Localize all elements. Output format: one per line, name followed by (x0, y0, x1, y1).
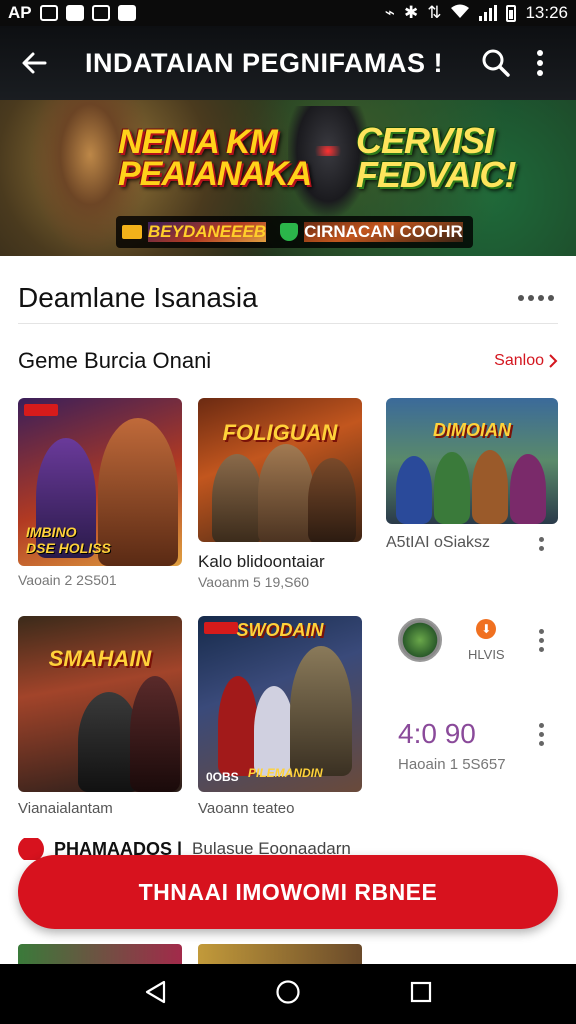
more-vert-icon (537, 50, 543, 76)
badge (24, 404, 58, 416)
game-meta: Vaoain 2 2S501 (18, 572, 117, 588)
triangle-back-icon (146, 980, 166, 1003)
game-card[interactable]: SWODAIN 0OBS PILEMANDIN Vaoann teateo (198, 616, 362, 817)
game-thumbnail: FOLIGUAN (198, 398, 362, 542)
vibrate-icon: ⌁ (384, 3, 395, 22)
notification-icon (39, 5, 58, 21)
app-bar: INDATAIAN PEGNIFAMAS ! (0, 26, 576, 100)
subsection-header: Geme Burcia Onani Sanloo (18, 344, 558, 378)
status-bar: AP ⌁ ✱ ⇅ 13:26 (0, 0, 576, 26)
game-thumbnail: SWODAIN 0OBS PILEMANDIN (198, 616, 362, 792)
game-thumbnail: IMBINO DSE HOLISS (18, 398, 182, 566)
thumb-caption: IMBINO DSE HOLISS (26, 524, 111, 556)
game-thumbnail: DIMOIAN (386, 398, 558, 524)
nav-home-button[interactable] (275, 979, 301, 1010)
thumb-caption: SMAHAIN (48, 646, 152, 671)
back-button[interactable] (14, 43, 54, 83)
brand-icon (18, 838, 44, 860)
thumb-badge-text: 0OBS (206, 770, 239, 784)
section-title: Deamlane Isanasia (18, 281, 258, 313)
banner-title-right: CERVISI FEDVAIC! (356, 120, 516, 195)
game-card[interactable]: SMAHAIN Vianaialantam (18, 616, 182, 817)
primary-cta-button[interactable]: THNAAI IMOWOMI RBNEE (18, 855, 558, 929)
game-meta: Vianaialantam (18, 800, 113, 817)
more-vert-icon[interactable] (539, 537, 544, 551)
download-icon: ⬇ (476, 618, 497, 639)
game-meta: Vaoanm 5 19,S60 (198, 574, 310, 590)
side-item-meta: Haoain 1 5S657 (398, 756, 506, 773)
side-list-item[interactable]: ⬇ HLVIS 4:0 90 Haoain 1 5S657 (398, 618, 558, 773)
more-vert-icon[interactable] (539, 722, 544, 746)
banner-strip-left: BEYDANEEEB (148, 222, 267, 242)
game-card[interactable]: FOLIGUAN Kalo blidoontaiar Vaoanm 5 19,S… (198, 398, 362, 590)
side-item-number: 4:0 90 (398, 718, 476, 749)
next-row-thumbs (18, 944, 378, 964)
system-nav-bar (0, 964, 576, 1024)
search-icon (482, 49, 510, 77)
thumb-caption: FOLIGUAN (222, 420, 338, 445)
bluetooth-icon: ✱ (403, 3, 419, 22)
app-icon (398, 618, 442, 662)
nav-recents-button[interactable] (410, 981, 432, 1008)
page-title: INDATAIAN PEGNIFAMAS ! (85, 47, 443, 78)
more-horiz-icon[interactable] (518, 294, 558, 301)
banner-strip-right: CIRNACAN COOHR (304, 222, 463, 242)
wifi-icon (450, 3, 470, 24)
signal-icon (479, 5, 498, 21)
envelope-icon (122, 225, 142, 239)
gmail-icon (65, 5, 84, 21)
more-vert-icon[interactable] (539, 628, 544, 652)
search-button[interactable] (474, 41, 518, 85)
arrow-left-icon (22, 52, 47, 74)
game-thumbnail: SMAHAIN (18, 616, 182, 792)
square-recents-icon (410, 981, 431, 1002)
carrier-label: AP (8, 3, 32, 22)
see-all-link[interactable]: Sanloo (494, 352, 558, 370)
data-icon: ⇅ (427, 3, 442, 22)
nav-back-button[interactable] (144, 980, 166, 1009)
game-name: A5tIAI oSiaksz (386, 534, 491, 551)
see-all-label: Sanloo (494, 352, 544, 369)
subsection-title: Geme Burcia Onani (18, 348, 212, 373)
clock: 13:26 (525, 3, 568, 22)
thumb-caption: DIMOIAN (433, 420, 511, 440)
side-item-label: HLVIS (468, 646, 505, 662)
game-name: Kalo blidoontaiar (198, 552, 325, 571)
banner-strip: BEYDANEEEB CIRNACAN COOHR (116, 216, 473, 248)
shield-icon (280, 223, 299, 241)
battery-icon (506, 4, 517, 22)
photo-icon (91, 5, 110, 21)
thumb-caption-2: PILEMANDIN (248, 766, 323, 780)
game-card[interactable]: DIMOIAN A5tIAI oSiaksz (386, 398, 558, 554)
promo-banner[interactable]: NENIA KM PEAIANAKA CERVISI FEDVAIC! BEYD… (0, 100, 576, 256)
chevron-right-icon (549, 354, 558, 368)
message-icon (117, 5, 136, 21)
section-header: Deamlane Isanasia (18, 272, 558, 324)
thumb-caption: SWODAIN (236, 620, 324, 640)
game-meta: Vaoann teateo (198, 800, 295, 817)
game-card[interactable]: IMBINO DSE HOLISS Vaoain 2 2S501 (18, 398, 182, 588)
circle-home-icon (276, 979, 300, 1004)
overflow-menu-button[interactable] (518, 41, 562, 85)
banner-title-left: NENIA KM PEAIANAKA (118, 123, 312, 193)
